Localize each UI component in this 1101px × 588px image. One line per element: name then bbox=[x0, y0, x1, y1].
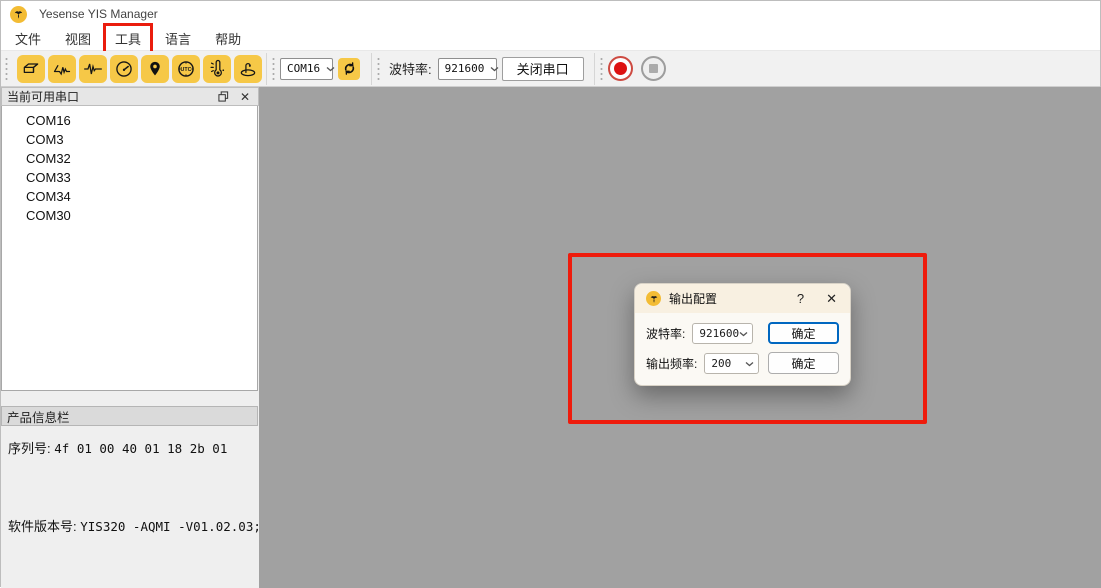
menu-language[interactable]: 语言 bbox=[157, 27, 199, 50]
location-button[interactable] bbox=[141, 55, 169, 83]
dialog-frequency-value: 200 bbox=[711, 357, 731, 370]
dialog-close-button[interactable]: ✕ bbox=[824, 291, 839, 307]
port-list-item[interactable]: COM33 bbox=[2, 168, 257, 187]
toolbar-separator bbox=[594, 53, 595, 85]
toolbar-grip[interactable] bbox=[599, 57, 604, 81]
pressure-sensor-button[interactable] bbox=[234, 55, 262, 83]
toolbar: UTC bbox=[1, 51, 1100, 87]
yesense-logo-icon bbox=[10, 6, 27, 23]
3d-box-icon bbox=[21, 59, 41, 79]
svg-text:UTC: UTC bbox=[181, 67, 192, 73]
pressure-sensor-icon bbox=[238, 59, 258, 79]
close-port-button[interactable]: 关闭串口 bbox=[502, 57, 584, 81]
baud-rate-label: 波特率: bbox=[389, 59, 432, 78]
app-window: Yesense YIS Manager 文件 视图 工具 语言 帮助 bbox=[0, 0, 1101, 587]
port-list-item[interactable]: COM30 bbox=[2, 206, 257, 225]
refresh-ports-icon bbox=[342, 61, 357, 76]
utc-clock-icon: UTC bbox=[176, 59, 196, 79]
pulse-waveform-icon bbox=[83, 59, 103, 79]
menu-bar: 文件 视图 工具 语言 帮助 bbox=[1, 27, 1100, 51]
app-title: Yesense YIS Manager bbox=[39, 7, 158, 21]
dialog-baud-ok-button[interactable]: 确定 bbox=[768, 322, 839, 344]
port-list-item[interactable]: COM34 bbox=[2, 187, 257, 206]
dialog-title-bar[interactable]: 输出配置 ? ✕ bbox=[635, 284, 850, 313]
menu-tools[interactable]: 工具 bbox=[107, 27, 149, 50]
dialog-frequency-ok-button[interactable]: 确定 bbox=[768, 352, 839, 374]
product-info-title: 产品信息栏 bbox=[7, 407, 70, 426]
title-bar: Yesense YIS Manager bbox=[1, 1, 1100, 27]
ports-panel-title: 当前可用串口 bbox=[7, 88, 79, 105]
dialog-baud-label: 波特率: bbox=[646, 325, 685, 342]
ports-panel-header: 当前可用串口 ✕ bbox=[1, 87, 259, 106]
location-pin-icon bbox=[146, 60, 164, 78]
record-button[interactable] bbox=[608, 56, 633, 81]
output-config-dialog: 输出配置 ? ✕ 波特率: 921600 确定 输出频率: 200 bbox=[634, 283, 851, 386]
dialog-baud-row: 波特率: 921600 确定 bbox=[646, 322, 839, 344]
chevron-down-icon bbox=[745, 357, 754, 370]
port-list-item[interactable]: COM16 bbox=[2, 111, 257, 130]
software-version-value: YIS320 -AQMI -V01.02.03; bbox=[80, 519, 261, 534]
gauge-icon bbox=[114, 59, 134, 79]
dialog-help-button[interactable]: ? bbox=[791, 291, 810, 306]
angle-waveform-icon bbox=[52, 59, 72, 79]
utc-clock-button[interactable]: UTC bbox=[172, 55, 200, 83]
serial-number-value: 4f 01 00 40 01 18 2b 01 bbox=[54, 441, 227, 456]
dialog-frequency-label: 输出频率: bbox=[646, 355, 697, 372]
port-combobox-value: COM16 bbox=[287, 62, 320, 75]
angle-waveform-button[interactable] bbox=[48, 55, 76, 83]
3d-box-button[interactable] bbox=[17, 55, 45, 83]
baud-combobox[interactable]: 921600 bbox=[438, 58, 497, 80]
thermometer-icon bbox=[207, 59, 227, 79]
chevron-down-icon bbox=[484, 62, 499, 75]
dialog-baud-combobox[interactable]: 921600 bbox=[692, 323, 753, 344]
refresh-ports-button[interactable] bbox=[338, 58, 360, 80]
serial-port-list: COM16 COM3 COM32 COM33 COM34 COM30 bbox=[1, 106, 258, 391]
close-panel-icon[interactable]: ✕ bbox=[237, 90, 253, 104]
port-combobox[interactable]: COM16 bbox=[280, 58, 333, 80]
menu-file[interactable]: 文件 bbox=[7, 27, 49, 50]
record-icon bbox=[614, 62, 627, 75]
left-dock: 当前可用串口 ✕ COM16 COM3 COM32 COM33 COM34 CO… bbox=[1, 87, 259, 588]
yesense-logo-icon bbox=[646, 291, 661, 306]
product-info-header: 产品信息栏 bbox=[1, 406, 258, 426]
dialog-frequency-row: 输出频率: 200 确定 bbox=[646, 352, 839, 374]
menu-help[interactable]: 帮助 bbox=[207, 27, 249, 50]
port-list-item[interactable]: COM32 bbox=[2, 149, 257, 168]
toolbar-grip[interactable] bbox=[376, 57, 381, 81]
pulse-waveform-button[interactable] bbox=[79, 55, 107, 83]
toolbar-separator bbox=[371, 53, 372, 85]
serial-number-line: 序列号: 4f 01 00 40 01 18 2b 01 bbox=[8, 438, 227, 457]
thermometer-button[interactable] bbox=[203, 55, 231, 83]
float-panel-button[interactable] bbox=[215, 90, 231, 104]
gauge-button[interactable] bbox=[110, 55, 138, 83]
dialog-frequency-combobox[interactable]: 200 bbox=[704, 353, 759, 374]
stop-button[interactable] bbox=[641, 56, 666, 81]
stop-icon bbox=[649, 64, 658, 73]
toolbar-grip[interactable] bbox=[271, 57, 276, 81]
toolbar-separator bbox=[266, 53, 267, 85]
toolbar-grip[interactable] bbox=[4, 57, 9, 81]
dialog-baud-value: 921600 bbox=[699, 327, 739, 340]
serial-number-label: 序列号: bbox=[8, 441, 51, 456]
product-info-body: 序列号: 4f 01 00 40 01 18 2b 01 软件版本号: YIS3… bbox=[1, 426, 258, 588]
software-version-label: 软件版本号: bbox=[8, 519, 77, 534]
dialog-title: 输出配置 bbox=[669, 290, 717, 307]
port-list-item[interactable]: COM3 bbox=[2, 130, 257, 149]
menu-view[interactable]: 视图 bbox=[57, 27, 99, 50]
baud-combobox-value: 921600 bbox=[445, 62, 485, 75]
chevron-down-icon bbox=[320, 62, 335, 75]
software-version-line: 软件版本号: YIS320 -AQMI -V01.02.03; bbox=[8, 516, 261, 535]
chevron-down-icon bbox=[739, 327, 748, 340]
